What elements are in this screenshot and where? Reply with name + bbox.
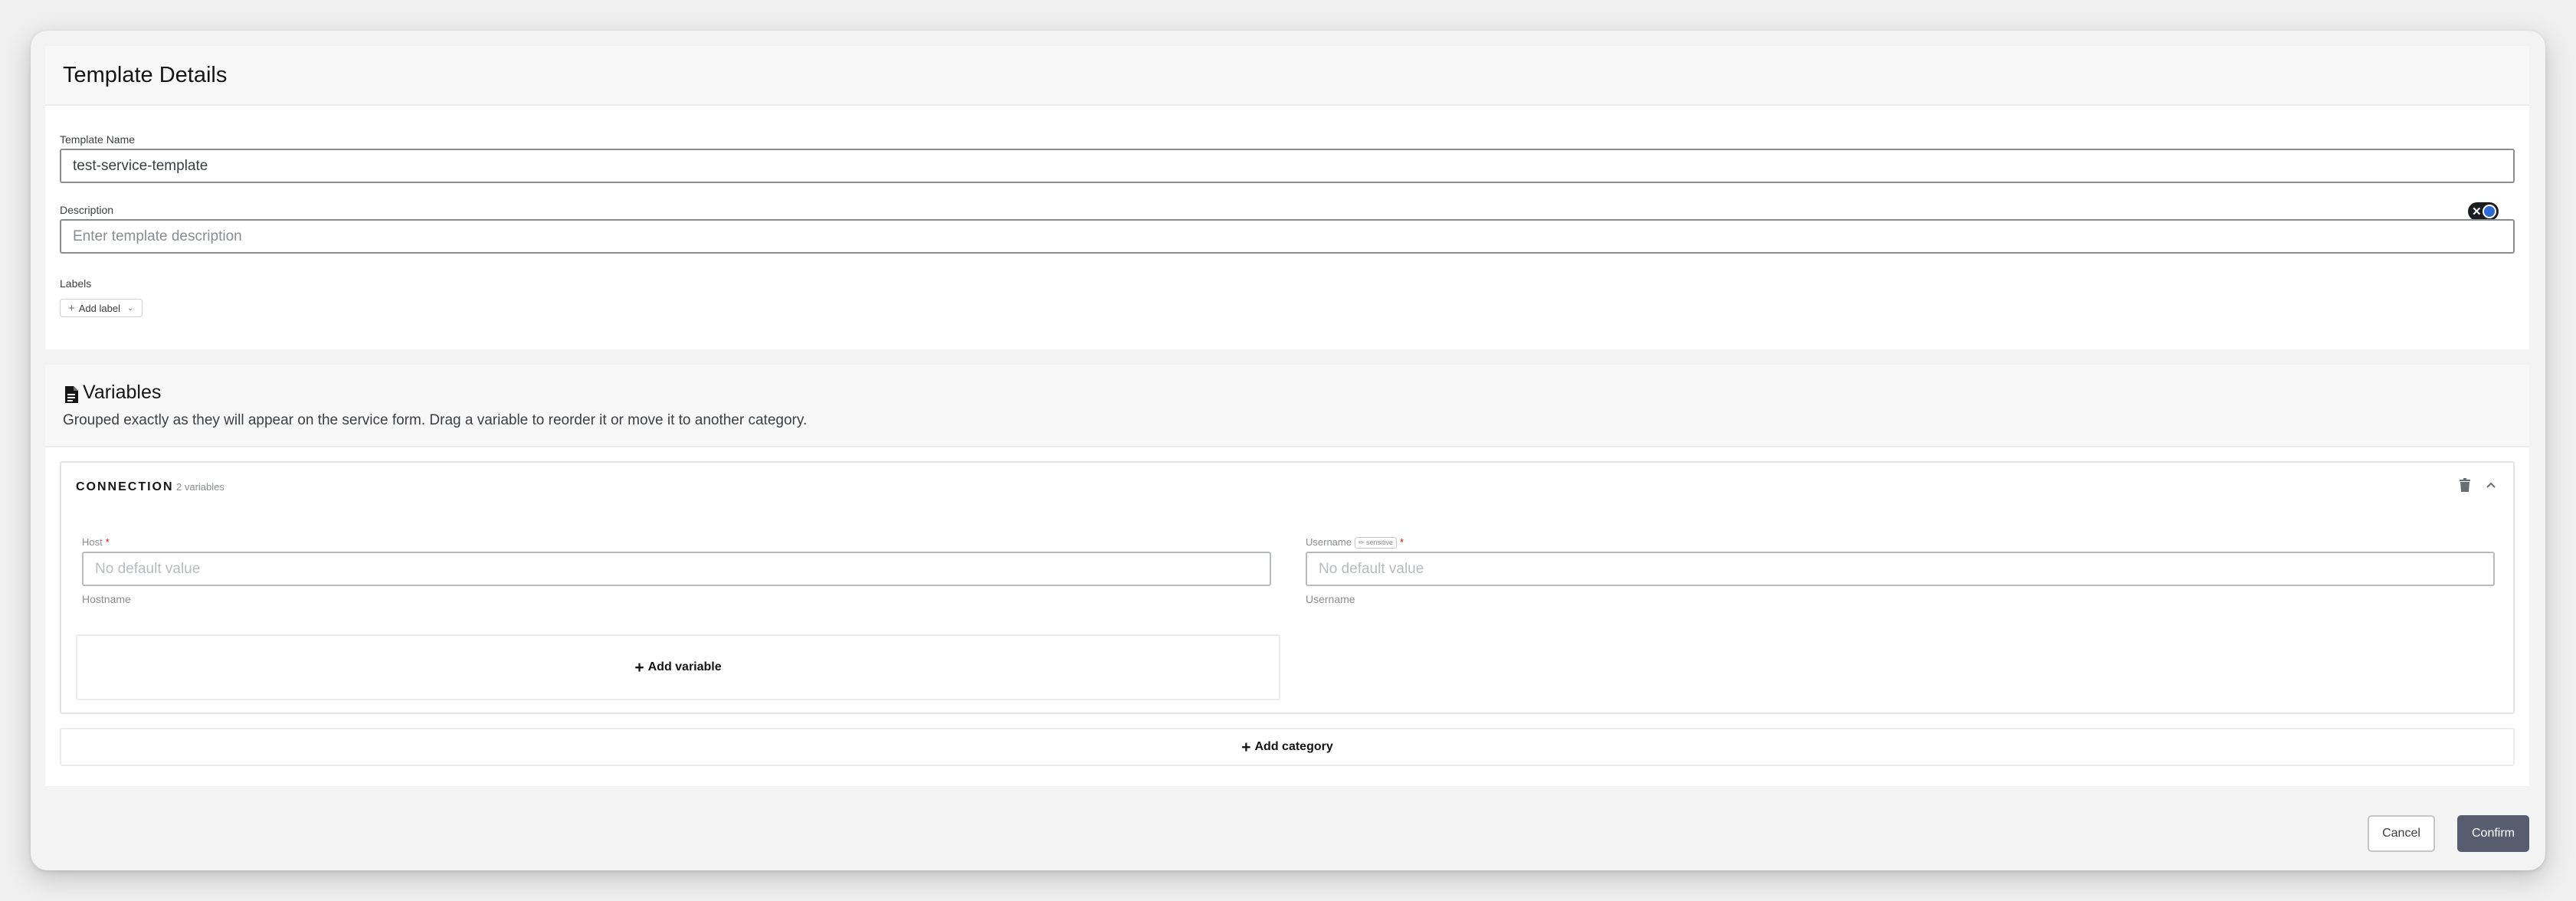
plus-icon: + [68,301,75,315]
add-label-button[interactable]: + Add label ⌄ [60,299,143,317]
variables-card: Variables Grouped exactly as they will a… [45,365,2529,786]
document-icon [65,386,78,403]
password-manager-icon[interactable]: ✕ [2468,202,2499,221]
details-header: Template Details [45,46,2529,106]
variables-title: Variables [83,382,162,403]
add-label-text: Add label [78,302,120,314]
sensitive-badge: ✏ sensitive [1354,537,1398,549]
add-variable-button[interactable]: + Add variable [76,634,1280,700]
host-variable-label: Host * [82,536,110,548]
add-category-button[interactable]: + Add category [60,728,2515,766]
plus-icon: + [634,658,644,677]
chevron-down-icon: ⌄ [126,303,134,313]
required-marker: * [1400,536,1404,548]
variables-header: Variables Grouped exactly as they will a… [45,365,2529,447]
category-connection[interactable]: CONNECTION 2 variables Host* Hostname Us… [60,461,2515,714]
host-variable-input[interactable] [82,552,1271,586]
username-variable-help: Username [1306,593,1355,605]
password-manager-widget[interactable]: ✕ [2468,202,2499,221]
chevron-up-icon[interactable] [2486,478,2496,492]
description-input[interactable] [60,219,2515,254]
labels-label: Labels [60,277,92,290]
description-label: Description [60,204,114,216]
template-name-label: Template Name [60,133,136,146]
template-name-input[interactable] [60,149,2515,183]
plus-icon: + [1241,738,1251,756]
username-variable-input[interactable] [1306,552,2495,586]
host-variable-help: Hostname [82,593,131,605]
template-details-card: Template Details Template Name ✕ Descrip… [45,46,2529,349]
add-category-text: Add category [1254,740,1333,753]
username-variable-label: Username ✏ sensitive * [1306,536,1404,549]
variables-subtitle: Grouped exactly as they will appear on t… [63,412,808,428]
cancel-button[interactable]: Cancel [2368,815,2435,852]
add-variable-text: Add variable [647,660,722,673]
required-marker: * [105,536,110,548]
category-name: CONNECTION [76,480,174,493]
trash-icon[interactable] [2460,478,2470,492]
details-title: Template Details [63,62,228,87]
confirm-button[interactable]: Confirm [2457,815,2529,852]
category-variable-count: 2 variables [176,481,224,493]
